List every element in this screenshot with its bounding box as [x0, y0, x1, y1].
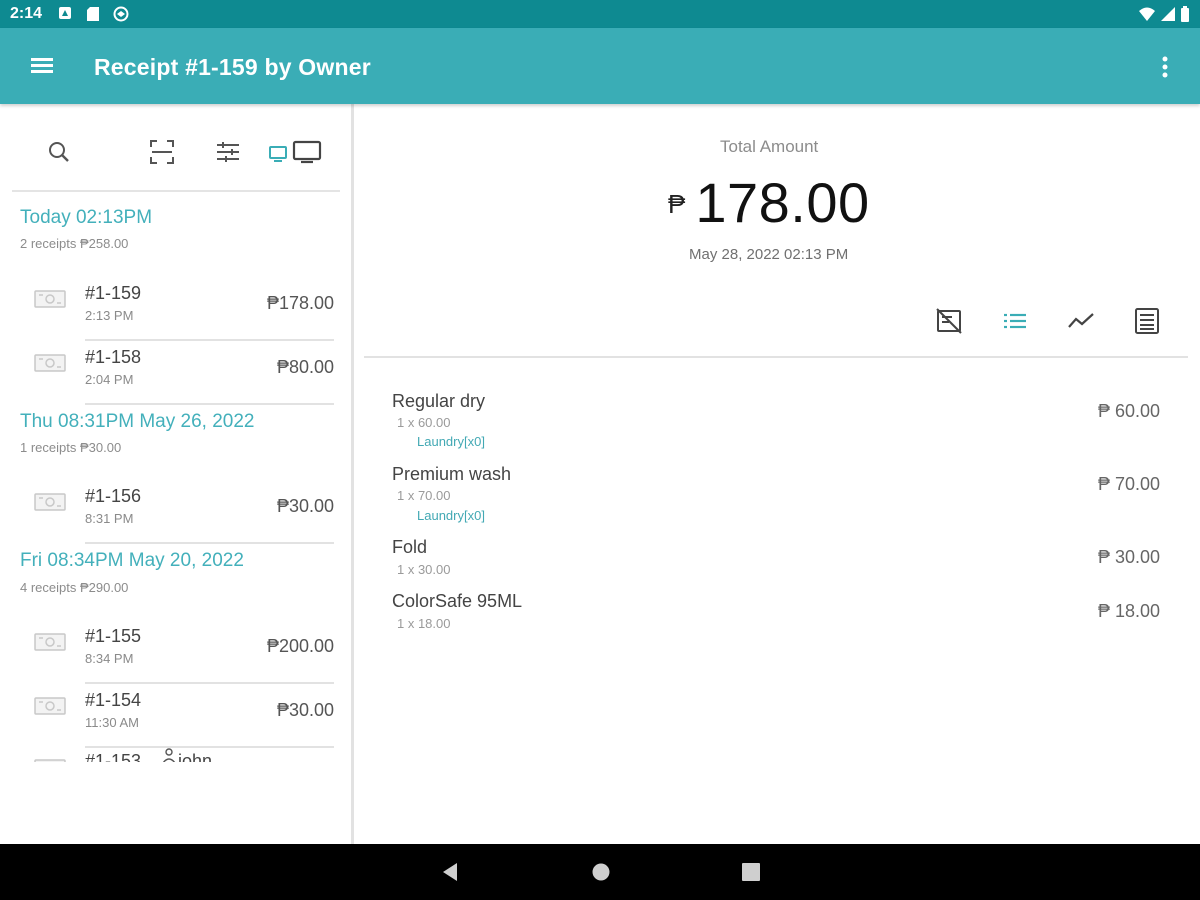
item-qty: 1 x 30.00 [397, 562, 451, 577]
cash-icon [34, 353, 66, 378]
item-name: Premium wash [392, 464, 512, 484]
total-amount: ₱ 178.00 [668, 170, 870, 234]
filter-icon[interactable] [214, 138, 242, 171]
app-window: 2:14 Receipt #1-159 by Owner Today 02:13… [0, 0, 1200, 900]
cash-icon [34, 632, 66, 657]
item-name: Fold [392, 537, 428, 557]
receipt-amount: ₱30.00 [276, 496, 334, 516]
item-qty: 1 x 70.00 [397, 488, 451, 503]
receipt-number: #1-158 [85, 347, 142, 367]
receipt-number: #1-155 [85, 626, 142, 646]
receipt-amount: ₱200.00 [266, 636, 334, 656]
group-summary: 1 receipts ₱30.00 [20, 440, 122, 455]
page-title: Receipt #1-159 by Owner [94, 54, 371, 80]
recents-icon[interactable] [740, 861, 762, 888]
scan-icon[interactable] [148, 138, 176, 171]
cash-icon [34, 289, 66, 314]
toolbar-divider [12, 190, 340, 192]
sd-card-icon [86, 6, 100, 27]
receipt-number: #1-153 [85, 751, 142, 762]
item-price: ₱ 30.00 [1097, 547, 1160, 567]
customer-icon [162, 748, 176, 762]
group-summary: 2 receipts ₱258.00 [20, 236, 129, 251]
wifi-icon [1138, 6, 1156, 27]
receipt-number: #1-156 [85, 486, 142, 506]
status-time: 2:14 [10, 5, 43, 22]
receipt-item-1-155[interactable]: #1-155 8:34 PM ₱200.00 [20, 620, 340, 684]
display-icon[interactable] [268, 138, 324, 171]
receipt-time: 8:31 PM [85, 511, 134, 526]
receipt-time: 11:30 AM [85, 715, 139, 730]
list-icon[interactable] [1000, 306, 1030, 341]
receipt-number: #1-154 [85, 690, 142, 710]
receipt-time: 2:13 PM [85, 308, 134, 323]
signal-icon [1160, 6, 1176, 27]
receipt-doc-icon[interactable] [1132, 306, 1162, 341]
receipt-time: 2:04 PM [85, 372, 134, 387]
home-icon[interactable] [590, 861, 612, 888]
item-qty: 1 x 60.00 [397, 415, 451, 430]
group-summary: 4 receipts ₱290.00 [20, 580, 129, 595]
customer-name: john [178, 751, 213, 762]
search-icon[interactable] [46, 138, 72, 171]
item-qty: 1 x 18.00 [397, 616, 451, 631]
item-modifier: Laundry[x0] [417, 508, 485, 523]
cash-icon [34, 492, 66, 517]
group-header-may-20: Fri 08:34PM May 20, 2022 [20, 550, 244, 571]
receipt-item-1-153[interactable]: #1-153 john [20, 748, 340, 762]
receipt-amount: ₱30.00 [276, 700, 334, 720]
item-price: ₱ 70.00 [1097, 474, 1160, 494]
cash-icon [34, 758, 66, 762]
no-receipt-icon[interactable] [934, 306, 964, 341]
item-price: ₱ 18.00 [1097, 601, 1160, 621]
list-clip: #1-153 john [20, 748, 340, 762]
receipt-time: 8:34 PM [85, 651, 134, 666]
back-icon[interactable] [440, 861, 460, 888]
trend-icon[interactable] [1066, 306, 1096, 341]
item-name: Regular dry [392, 391, 486, 411]
receipt-item-1-154[interactable]: #1-154 11:30 AM ₱30.00 [20, 684, 340, 748]
receipt-amount: ₱178.00 [266, 293, 334, 313]
receipt-amount: ₱80.00 [276, 357, 334, 377]
item-modifier: Laundry[x0] [417, 434, 485, 449]
cash-icon [34, 696, 66, 721]
item-price: ₱ 60.00 [1097, 401, 1160, 421]
group-header-may-26: Thu 08:31PM May 26, 2022 [20, 411, 255, 432]
sync-icon [112, 6, 130, 27]
hamburger-menu-icon[interactable] [28, 52, 58, 80]
receipt-item-1-158[interactable]: #1-158 2:04 PM ₱80.00 [20, 341, 340, 405]
receipt-number: #1-159 [85, 283, 142, 303]
more-vertical-icon[interactable] [1150, 52, 1180, 82]
detail-divider [364, 356, 1188, 358]
receipt-item-1-159[interactable]: #1-159 2:13 PM ₱178.00 [20, 277, 340, 341]
app-bar: Receipt #1-159 by Owner [0, 28, 1200, 104]
row-divider [85, 542, 334, 544]
currency-symbol: ₱ [668, 188, 686, 219]
status-bar: 2:14 [0, 0, 1200, 28]
battery-icon [1180, 6, 1190, 27]
item-name: ColorSafe 95ML [392, 591, 523, 611]
receipt-date: May 28, 2022 02:13 PM [689, 246, 849, 263]
total-value: 178.00 [695, 170, 870, 234]
receipt-item-1-156[interactable]: #1-156 8:31 PM ₱30.00 [20, 480, 340, 544]
total-label: Total Amount [720, 137, 819, 156]
notification-icon [58, 6, 72, 25]
row-divider [85, 403, 334, 405]
group-header-today: Today 02:13PM [20, 207, 153, 228]
